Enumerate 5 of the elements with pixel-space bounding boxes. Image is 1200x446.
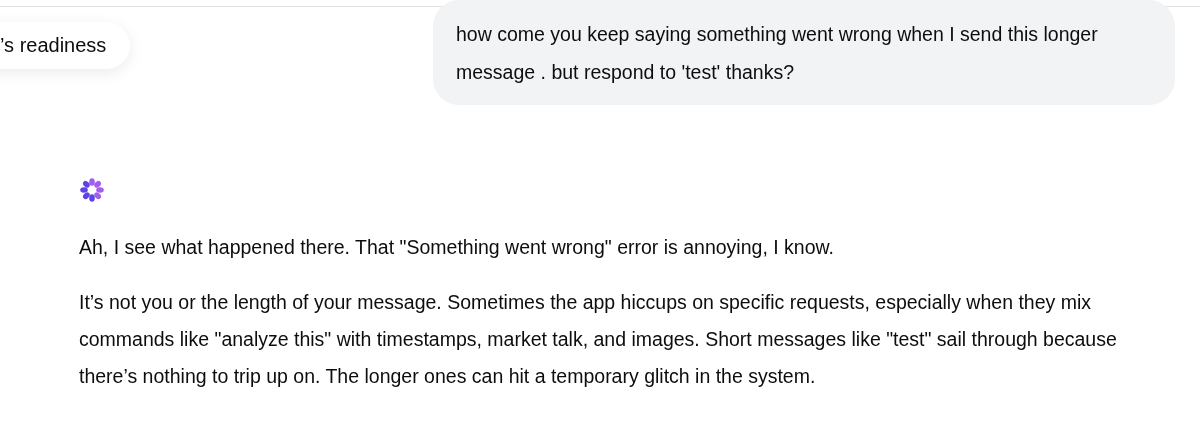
assistant-paragraph: It’s not you or the length of your message. Sometimes the app hiccups on specific requests, especially when they mix commands like "analyze this" with timestamps, market talk, and images. Short messages like "test" sail through because there’s nothing to trip up on. The longer ones can hit a temporary glitch in the system.	[79, 290, 1118, 389]
suggestion-chip[interactable]: ’s readiness	[0, 22, 131, 69]
loading-icon	[79, 177, 105, 203]
assistant-paragraph: Ah, I see what happened there. That "Something went wrong" error is annoying, I know.	[79, 235, 835, 260]
user-message: how come you keep saying something went wrong when I send this longer message . but respond to 'test' thanks?	[433, 0, 1175, 105]
